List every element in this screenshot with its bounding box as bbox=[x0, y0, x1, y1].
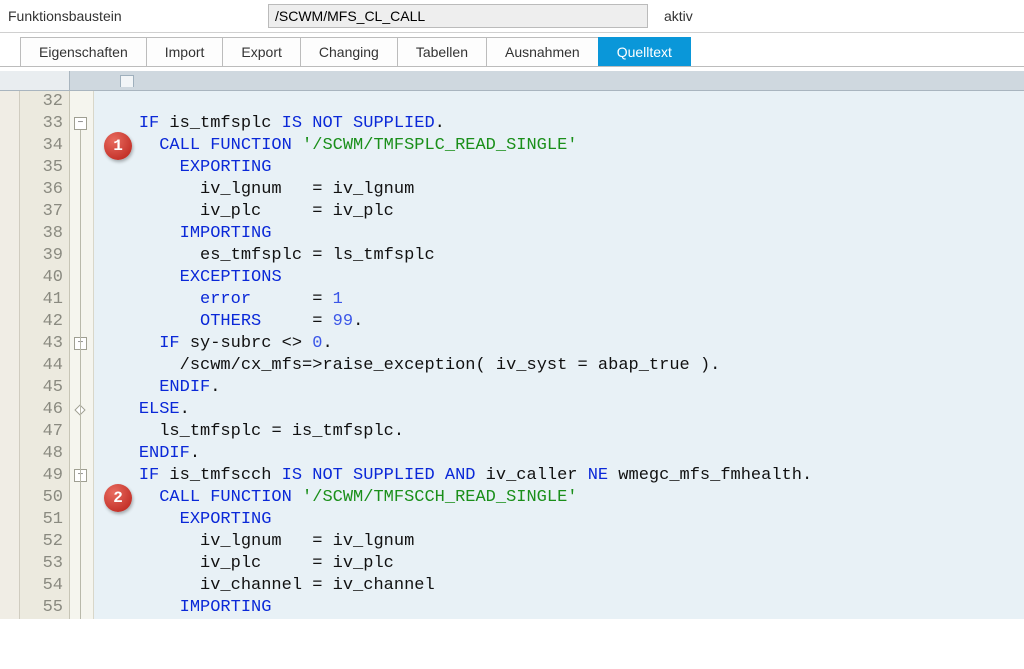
code-line[interactable]: es_tmfsplc = ls_tmfsplc bbox=[98, 245, 1024, 267]
breakpoint-margin[interactable] bbox=[0, 91, 20, 619]
line-number: 43 bbox=[20, 333, 69, 355]
fold-toggle-icon[interactable]: − bbox=[74, 117, 87, 130]
code-line[interactable]: IF sy-subrc <> 0. bbox=[98, 333, 1024, 355]
code-line[interactable]: OTHERS = 99. bbox=[98, 311, 1024, 333]
line-number: 55 bbox=[20, 597, 69, 619]
fold-column[interactable]: −−− bbox=[70, 91, 94, 619]
annotation-badge-2: 2 bbox=[104, 484, 132, 512]
code-line[interactable]: CALL FUNCTION '/SCWM/TMFSPLC_READ_SINGLE… bbox=[98, 135, 1024, 157]
line-number-gutter: 3233343536373839404142434445464748495051… bbox=[20, 91, 70, 619]
code-line[interactable]: iv_plc = iv_plc bbox=[98, 201, 1024, 223]
line-number: 40 bbox=[20, 267, 69, 289]
line-number: 53 bbox=[20, 553, 69, 575]
tab-eigenschaften[interactable]: Eigenschaften bbox=[20, 37, 147, 66]
fold-guide-line bbox=[80, 130, 81, 619]
line-number: 52 bbox=[20, 531, 69, 553]
line-number: 32 bbox=[20, 91, 69, 113]
code-area[interactable]: 3233343536373839404142434445464748495051… bbox=[0, 91, 1024, 619]
code-line[interactable]: ELSE. bbox=[98, 399, 1024, 421]
line-number: 49 bbox=[20, 465, 69, 487]
code-line[interactable]: ls_tmfsplc = is_tmfsplc. bbox=[98, 421, 1024, 443]
line-number: 45 bbox=[20, 377, 69, 399]
code-line[interactable]: IMPORTING bbox=[98, 597, 1024, 619]
line-number: 51 bbox=[20, 509, 69, 531]
code-line[interactable]: iv_plc = iv_plc bbox=[98, 553, 1024, 575]
line-number: 35 bbox=[20, 157, 69, 179]
editor-ruler-marker bbox=[120, 75, 134, 87]
tabs-row: EigenschaftenImportExportChangingTabelle… bbox=[0, 33, 1024, 67]
line-number: 47 bbox=[20, 421, 69, 443]
editor: 3233343536373839404142434445464748495051… bbox=[0, 67, 1024, 619]
code-line[interactable]: iv_lgnum = iv_lgnum bbox=[98, 179, 1024, 201]
tab-quelltext[interactable]: Quelltext bbox=[598, 37, 691, 66]
editor-ruler bbox=[0, 71, 1024, 91]
line-number: 48 bbox=[20, 443, 69, 465]
code-line[interactable]: iv_channel = iv_channel bbox=[98, 575, 1024, 597]
line-number: 36 bbox=[20, 179, 69, 201]
line-number: 39 bbox=[20, 245, 69, 267]
line-number: 46 bbox=[20, 399, 69, 421]
line-number: 54 bbox=[20, 575, 69, 597]
code-line[interactable]: error = 1 bbox=[98, 289, 1024, 311]
header-row: Funktionsbaustein aktiv bbox=[0, 0, 1024, 33]
line-number: 33 bbox=[20, 113, 69, 135]
code-line[interactable]: IF is_tmfsplc IS NOT SUPPLIED. bbox=[98, 113, 1024, 135]
annotation-badge-1: 1 bbox=[104, 132, 132, 160]
code-text[interactable]: IF is_tmfsplc IS NOT SUPPLIED. CALL FUNC… bbox=[94, 91, 1024, 619]
line-number: 37 bbox=[20, 201, 69, 223]
tab-export[interactable]: Export bbox=[222, 37, 300, 66]
line-number: 50 bbox=[20, 487, 69, 509]
code-line[interactable]: IF is_tmfscch IS NOT SUPPLIED AND iv_cal… bbox=[98, 465, 1024, 487]
line-number: 44 bbox=[20, 355, 69, 377]
tab-changing[interactable]: Changing bbox=[300, 37, 398, 66]
code-line[interactable]: EXCEPTIONS bbox=[98, 267, 1024, 289]
line-number: 41 bbox=[20, 289, 69, 311]
editor-ruler-gutter bbox=[0, 71, 70, 90]
code-line[interactable]: ENDIF. bbox=[98, 443, 1024, 465]
code-line[interactable]: EXPORTING bbox=[98, 157, 1024, 179]
code-line[interactable]: EXPORTING bbox=[98, 509, 1024, 531]
tab-ausnahmen[interactable]: Ausnahmen bbox=[486, 37, 599, 66]
object-type-label: Funktionsbaustein bbox=[8, 8, 258, 24]
code-line[interactable]: iv_lgnum = iv_lgnum bbox=[98, 531, 1024, 553]
line-number: 38 bbox=[20, 223, 69, 245]
module-name-field[interactable] bbox=[268, 4, 648, 28]
tab-tabellen[interactable]: Tabellen bbox=[397, 37, 487, 66]
line-number: 34 bbox=[20, 135, 69, 157]
code-line[interactable]: IMPORTING bbox=[98, 223, 1024, 245]
code-line[interactable]: CALL FUNCTION '/SCWM/TMFSCCH_READ_SINGLE… bbox=[98, 487, 1024, 509]
code-line[interactable] bbox=[98, 91, 1024, 113]
tab-import[interactable]: Import bbox=[146, 37, 224, 66]
code-line[interactable]: ENDIF. bbox=[98, 377, 1024, 399]
status-label: aktiv bbox=[664, 8, 693, 24]
code-line[interactable]: /scwm/cx_mfs=>raise_exception( iv_syst =… bbox=[98, 355, 1024, 377]
line-number: 42 bbox=[20, 311, 69, 333]
